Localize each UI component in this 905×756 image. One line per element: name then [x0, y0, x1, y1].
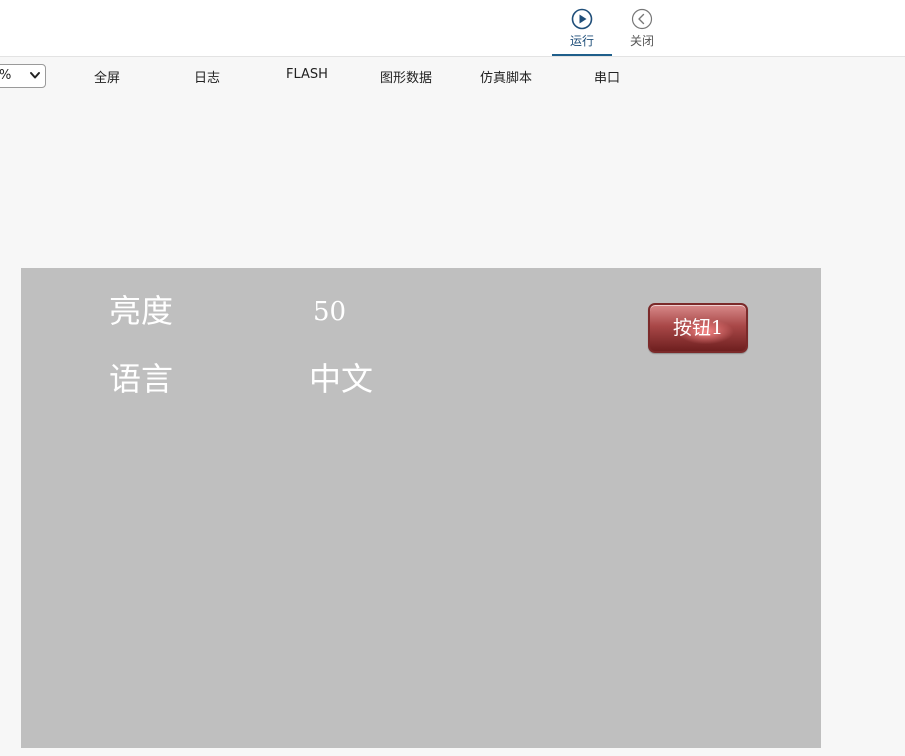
- menu-fullscreen[interactable]: 全屏: [94, 67, 120, 86]
- language-value[interactable]: 中文: [309, 359, 373, 399]
- menu-log[interactable]: 日志: [194, 67, 220, 86]
- back-icon: [631, 8, 653, 30]
- top-toolbar: 运行 关闭: [0, 0, 905, 57]
- close-label: 关闭: [629, 34, 654, 48]
- close-button[interactable]: 关闭: [612, 8, 672, 56]
- brightness-value: 50: [313, 297, 347, 327]
- button-1[interactable]: 按钮1: [648, 303, 748, 353]
- brightness-label: 亮度: [109, 292, 174, 330]
- zoom-value: %: [0, 68, 12, 83]
- run-button[interactable]: 运行: [552, 8, 612, 56]
- menu-simulation-script[interactable]: 仿真脚本: [480, 67, 532, 86]
- language-label: 语言: [109, 360, 174, 398]
- menu-graphic-data[interactable]: 图形数据: [380, 67, 432, 86]
- chevron-down-icon: [30, 72, 40, 79]
- menu-serial-port[interactable]: 串口: [594, 67, 620, 86]
- zoom-select[interactable]: %: [0, 64, 46, 88]
- simulation-canvas: 亮度 50 语言 中文 按钮1: [21, 268, 821, 748]
- play-icon: [571, 8, 593, 30]
- menu-bar: % 全屏 日志 FLASH 图形数据 仿真脚本 串口: [0, 57, 905, 95]
- run-label: 运行: [569, 34, 594, 48]
- menu-flash[interactable]: FLASH: [286, 67, 328, 82]
